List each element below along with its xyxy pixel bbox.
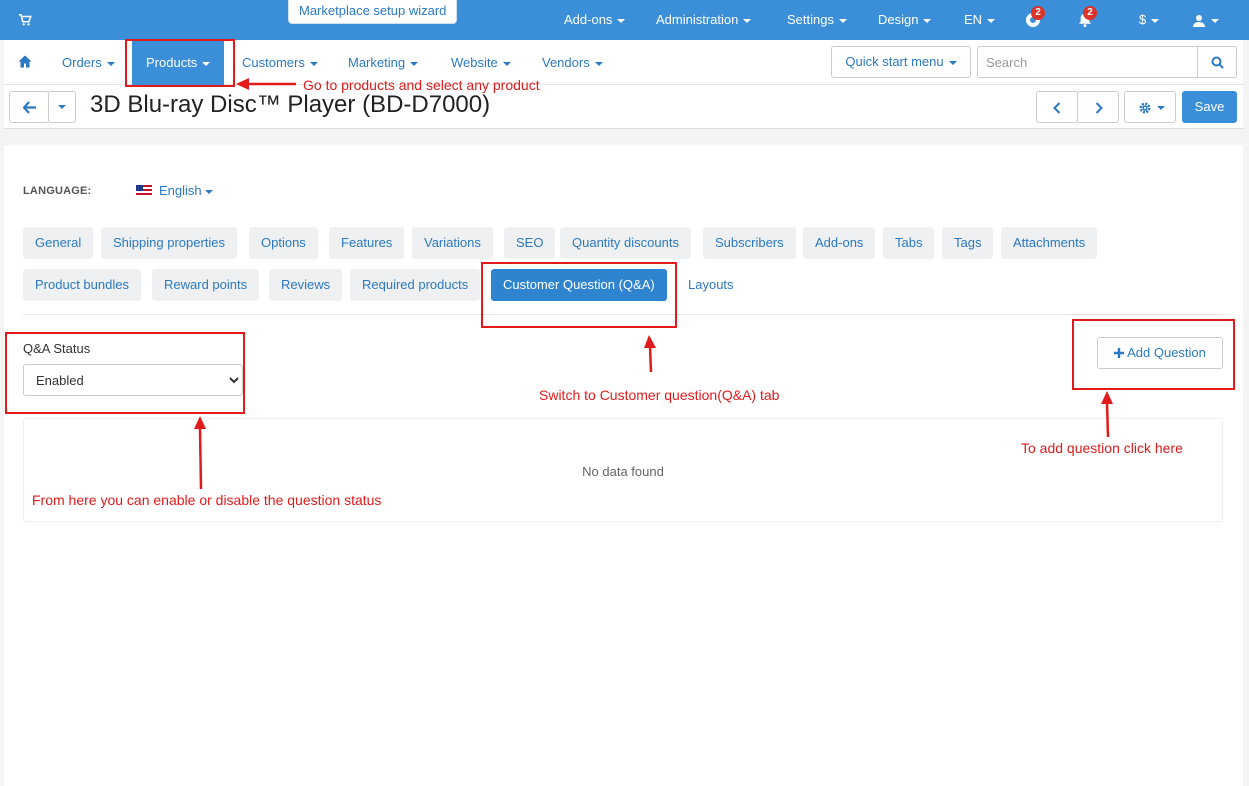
annotation-qa-tab: Switch to Customer question(Q&A) tab: [539, 387, 780, 403]
annotation-products: Go to products and select any product: [303, 77, 540, 93]
annotation-add-question: To add question click here: [1021, 440, 1183, 456]
annotation-qa-status: From here you can enable or disable the …: [32, 492, 382, 508]
